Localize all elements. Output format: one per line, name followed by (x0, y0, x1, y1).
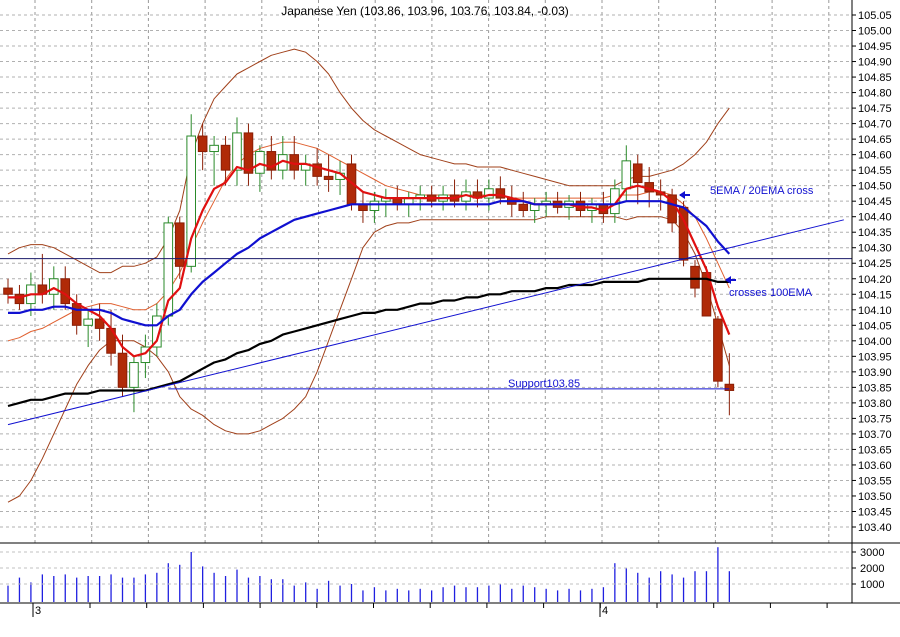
price-tick-label: 104.65 (858, 134, 892, 146)
candle-body (323, 175, 334, 180)
candle-body (690, 265, 700, 289)
candle-body (621, 160, 632, 190)
price-tick-label: 104.60 (858, 150, 892, 162)
candle-body (49, 278, 59, 295)
price-tick-label: 103.95 (858, 351, 892, 363)
candle-body (220, 144, 231, 171)
candle-body (129, 362, 139, 388)
price-tick-label: 104.25 (858, 258, 892, 270)
price-tick-label: 103.90 (858, 367, 892, 379)
price-tick-label: 104.35 (858, 227, 892, 239)
price-tick-label: 103.55 (858, 475, 892, 487)
price-tick-label: 104.50 (858, 181, 892, 193)
price-tick-label: 104.55 (858, 165, 892, 177)
price-tick-label: 104.70 (858, 119, 892, 131)
candle-body (83, 318, 93, 326)
price-tick-label: 104.00 (858, 336, 892, 348)
candle-body (197, 135, 208, 153)
price-tick-label: 103.40 (858, 522, 892, 534)
price-tick-label: 104.80 (858, 88, 892, 100)
candle-body (71, 303, 82, 326)
volume-tick-label: 3000 (860, 547, 884, 559)
candle-body (174, 222, 185, 267)
price-tick-label: 103.65 (858, 444, 892, 456)
annotation-100ema: crosses 100EMA (729, 287, 813, 299)
price-tick-label: 104.15 (858, 289, 892, 301)
candlestick-chart: 105.05 105.00 104.95 104.90 104.85 104.80 104.… (0, 0, 900, 632)
price-tick-label: 104.20 (858, 274, 892, 286)
candle-body (518, 203, 529, 211)
candle-body (3, 287, 13, 295)
candle-body (243, 132, 254, 174)
candle (713, 315, 723, 388)
candle-body (632, 163, 643, 184)
price-tick-label: 104.30 (858, 243, 892, 255)
price-tick-label: 104.40 (858, 212, 892, 224)
price-tick-label: 103.70 (858, 429, 892, 441)
price-tick-label: 103.80 (858, 398, 892, 410)
price-tick-label: 104.75 (858, 103, 892, 115)
annotation-support: Support103.85 (508, 378, 580, 390)
volume-tick-label: 1000 (860, 579, 884, 591)
price-tick-label: 104.95 (858, 41, 892, 53)
candle (701, 266, 712, 317)
price-tick-label: 103.75 (858, 413, 892, 425)
price-tick-label: 104.85 (858, 72, 892, 84)
time-tick-label: 4 (602, 605, 608, 617)
time-tick-label: 3 (35, 605, 41, 617)
chart-title: Japanese Yen (103.86, 103.96, 103.76, 10… (281, 4, 569, 18)
annotation-ema-cross: 5EMA / 20EMA cross (710, 185, 814, 197)
price-tick-label: 104.45 (858, 196, 892, 208)
price-tick-label: 104.10 (858, 305, 892, 317)
chart-window: 105.05 105.00 104.95 104.90 104.85 104.80 104.… (0, 0, 900, 632)
price-tick-label: 105.00 (858, 26, 892, 38)
volume-tick-label: 2000 (860, 563, 884, 575)
price-tick-label: 103.45 (858, 506, 892, 518)
candle-body (255, 151, 265, 174)
candle-body (209, 144, 219, 153)
candle-body (232, 132, 242, 171)
price-tick-label: 103.85 (858, 382, 892, 394)
price-tick-label: 104.90 (858, 57, 892, 69)
price-tick-label: 103.60 (858, 460, 892, 472)
candle-body (724, 383, 735, 391)
candle-body (60, 278, 71, 305)
candle-body (117, 352, 128, 388)
price-tick-label: 104.05 (858, 320, 892, 332)
price-tick-label: 103.50 (858, 491, 892, 503)
price-tick-label: 105.05 (858, 10, 892, 22)
candle-body (369, 200, 380, 211)
candle-body (713, 318, 723, 382)
